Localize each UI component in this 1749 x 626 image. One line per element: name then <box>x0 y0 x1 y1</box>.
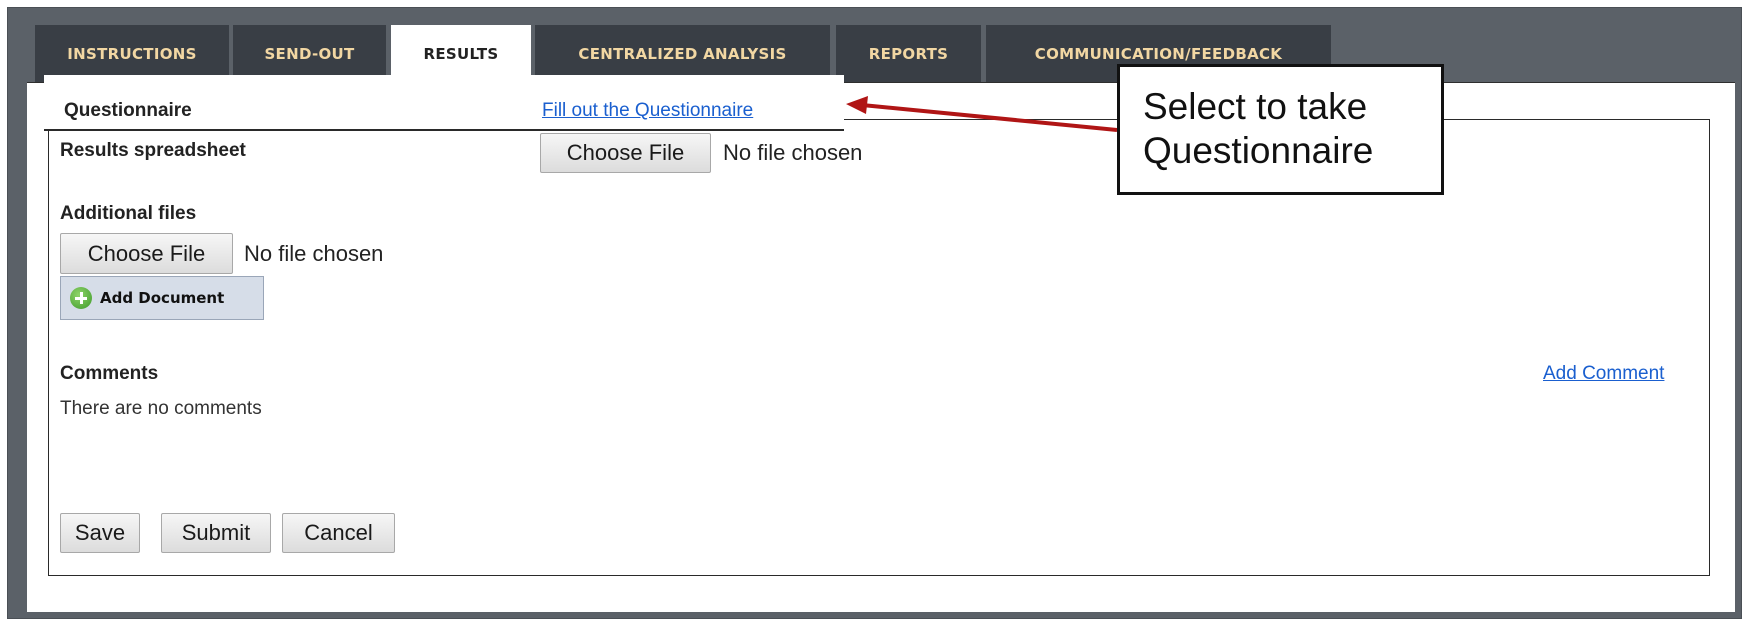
no-comments-text: There are no comments <box>60 398 262 419</box>
plus-circle-icon <box>70 287 92 309</box>
results-file-status: No file chosen <box>723 140 863 165</box>
additional-file-status: No file chosen <box>244 241 384 266</box>
results-choose-file-button[interactable]: Choose File <box>540 133 711 173</box>
questionnaire-label: Questionnaire <box>64 100 192 121</box>
comments-label: Comments <box>60 363 159 384</box>
results-spreadsheet-label: Results spreadsheet <box>60 140 246 161</box>
add-comment-link[interactable]: Add Comment <box>1543 363 1664 385</box>
tab-results[interactable]: RESULTS <box>391 25 531 82</box>
callout-line-2: Questionnaire <box>1143 130 1374 171</box>
results-panel <box>48 119 1710 576</box>
tab-send-out[interactable]: SEND-OUT <box>233 25 386 82</box>
tab-instructions[interactable]: INSTRUCTIONS <box>35 25 229 82</box>
submit-button[interactable]: Submit <box>161 513 271 553</box>
add-document-button[interactable]: Add Document <box>60 276 264 320</box>
annotation-callout: Select to take Questionnaire <box>1117 64 1444 195</box>
save-button[interactable]: Save <box>60 513 140 553</box>
additional-choose-file-button[interactable]: Choose File <box>60 233 233 274</box>
add-document-label: Add Document <box>100 289 225 307</box>
cancel-button[interactable]: Cancel <box>282 513 395 553</box>
tab-reports[interactable]: REPORTS <box>836 25 981 82</box>
additional-files-label: Additional files <box>60 203 197 224</box>
tab-centralized-analysis[interactable]: CENTRALIZED ANALYSIS <box>535 25 830 82</box>
fill-questionnaire-link[interactable]: Fill out the Questionnaire <box>542 100 753 122</box>
callout-line-1: Select to take <box>1143 86 1368 127</box>
